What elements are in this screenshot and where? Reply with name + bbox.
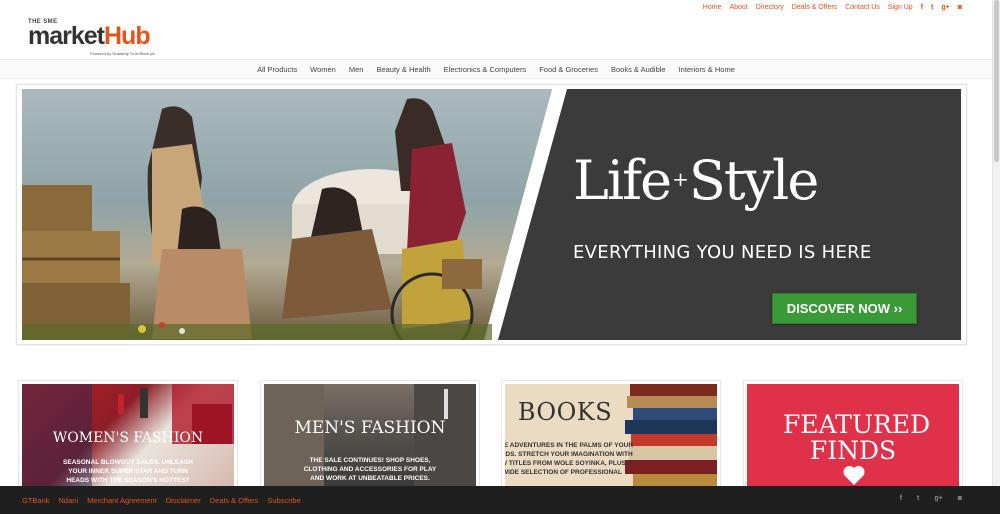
footer-gtbank[interactable]: GTBank [22, 496, 50, 505]
instagram-icon[interactable]: ◙ [958, 3, 962, 13]
card-title: BOOKS [517, 398, 613, 426]
card-description: SEASONAL BLOWOUT SALES. UNLEASH YOUR INN… [63, 459, 193, 487]
card-books[interactable]: BOOKS TAKE ADVENTURES IN THE PALMS OF YO… [501, 380, 721, 490]
card-image: MEN'S FASHION THE SALE CONTINUES! SHOP S… [264, 384, 476, 487]
topnav-home[interactable]: Home [703, 3, 722, 13]
site-footer: GTBank Ndani Merchant Agreement Disclaim… [0, 486, 1000, 514]
hero-title: Life +Style [573, 149, 819, 212]
top-nav: Home About Directory Deals & Offers Cont… [695, 3, 962, 13]
logo-tagline: Powered by Guaranty Trust Bank plc [90, 51, 156, 56]
category-beauty-health[interactable]: Beauty & Health [376, 65, 430, 74]
hero-banner[interactable]: Life +Style EVERYTHING YOU NEED IS HERE D… [22, 89, 961, 340]
category-interiors-home[interactable]: Interiors & Home [679, 65, 735, 74]
vertical-scrollbar[interactable] [992, 0, 1000, 486]
topnav-about[interactable]: About [729, 3, 747, 13]
facebook-icon[interactable]: f [900, 495, 902, 502]
topnav-sign-up[interactable]: Sign Up [888, 3, 913, 13]
card-mens-fashion[interactable]: MEN'S FASHION THE SALE CONTINUES! SHOP S… [260, 380, 480, 490]
category-electronics-computers[interactable]: Electronics & Computers [444, 65, 527, 74]
category-books-audible[interactable]: Books & Audible [611, 65, 666, 74]
site-logo[interactable]: THE SME marketHub Powered by Guaranty Tr… [28, 19, 188, 59]
category-food-groceries[interactable]: Food & Groceries [539, 65, 598, 74]
category-all-products[interactable]: All Products [257, 65, 297, 74]
card-title: MEN'S FASHION [294, 418, 446, 438]
card-image: BOOKS TAKE ADVENTURES IN THE PALMS OF YO… [505, 384, 717, 487]
card-womens-fashion[interactable]: WOMEN'S FASHION SEASONAL BLOWOUT SALES. … [18, 380, 238, 490]
topnav-directory[interactable]: Directory [756, 3, 784, 13]
category-men[interactable]: Men [349, 65, 364, 74]
page: THE SME marketHub Powered by Guaranty Tr… [0, 0, 1000, 514]
twitter-icon[interactable]: t [931, 3, 933, 13]
footer-merchant-agreement[interactable]: Merchant Agreement [87, 496, 157, 505]
topnav-contact-us[interactable]: Contact Us [845, 3, 880, 13]
card-description: THE SALE CONTINUES! SHOP SHOES, CLOTHING… [303, 457, 437, 482]
google-plus-icon[interactable]: g+ [941, 3, 949, 13]
heart-icon [843, 465, 865, 485]
footer-disclaimer[interactable]: Disclaimer [166, 496, 201, 505]
card-image: WOMEN'S FASHION SEASONAL BLOWOUT SALES. … [22, 384, 234, 487]
facebook-icon[interactable]: f [921, 3, 923, 13]
footer-subscribe[interactable]: Subscribe [267, 496, 300, 505]
instagram-icon[interactable]: ◙ [958, 495, 962, 502]
footer-deals-offers[interactable]: Deals & Offers [210, 496, 259, 505]
category-nav: All Products Women Men Beauty & Health E… [0, 60, 992, 79]
discover-now-button[interactable]: DISCOVER NOW ›› [772, 293, 917, 324]
topnav-deals-offers[interactable]: Deals & Offers [792, 3, 837, 13]
card-title: WOMEN'S FASHION [52, 430, 204, 446]
category-women[interactable]: Women [310, 65, 336, 74]
footer-ndani[interactable]: Ndani [59, 496, 79, 505]
scrollbar-thumb[interactable] [994, 0, 999, 162]
logo-wordmark: marketHub [28, 22, 151, 50]
hero-subtitle: EVERYTHING YOU NEED IS HERE [573, 242, 872, 263]
footer-social: f t g+ ◙ [885, 495, 962, 502]
twitter-icon[interactable]: t [917, 495, 919, 502]
card-description: TAKE ADVENTURES IN THE PALMS OF YOUR HAN… [505, 442, 634, 476]
site-header: THE SME marketHub Powered by Guaranty Tr… [0, 0, 992, 60]
google-plus-icon[interactable]: g+ [934, 495, 942, 502]
card-image: FEATURED FINDS [747, 384, 959, 487]
card-featured-finds[interactable]: FEATURED FINDS [743, 380, 963, 490]
